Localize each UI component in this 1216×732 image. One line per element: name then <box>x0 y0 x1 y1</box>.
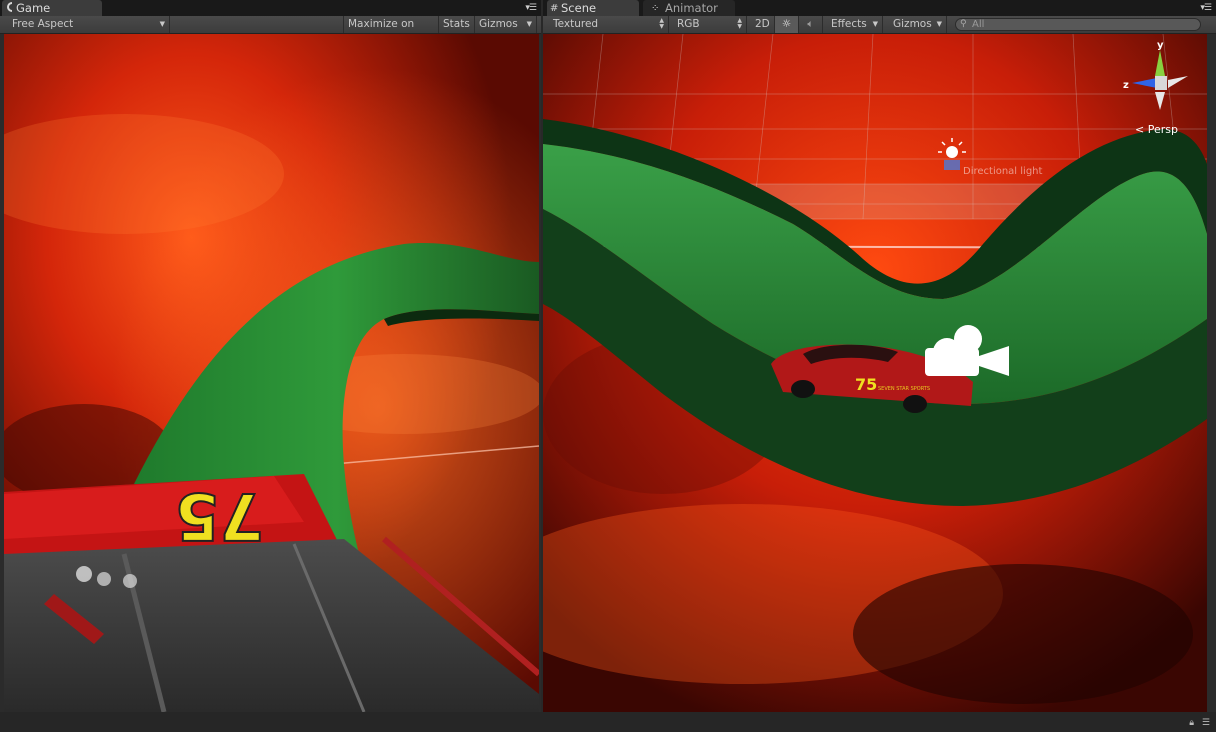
chevron-down-icon: ▼ <box>936 20 942 28</box>
panel-menu-icon[interactable]: ▾☰ <box>1199 3 1212 13</box>
grid-icon: # <box>550 3 559 14</box>
render-mode-label: Textured <box>553 18 599 30</box>
tab-label: Scene <box>561 1 597 15</box>
car-number: 75 <box>855 375 877 394</box>
tab-label: Game <box>16 1 51 15</box>
gizmos-label: Gizmos <box>479 18 518 30</box>
tab-animator[interactable]: ⁘ Animator <box>643 0 735 16</box>
car-sponsor: SEVEN STAR SPORTS <box>878 386 930 392</box>
speaker-icon: 🔈︎ <box>807 18 814 30</box>
2d-label: 2D <box>755 18 770 30</box>
aspect-label: Free Aspect <box>12 18 74 30</box>
maximize-on-play-toggle[interactable]: Maximize on Play <box>343 16 439 47</box>
chevron-down-icon: ▼ <box>526 20 532 28</box>
game-tab-bar: Game ▾☰ <box>0 0 541 16</box>
effects-label: Effects <box>831 18 867 30</box>
game-toolbar: Free Aspect ▼ Maximize on Play Stats Giz… <box>0 16 541 47</box>
aspect-dropdown[interactable]: Free Aspect ▼ <box>8 16 170 33</box>
stats-toggle[interactable]: Stats <box>439 16 475 33</box>
up-down-arrows-icon: ▲ ▼ <box>737 17 742 30</box>
gizmos-label: Gizmos <box>893 18 932 30</box>
car-number: 75 <box>175 478 264 552</box>
search-placeholder: All <box>972 19 985 30</box>
color-mode-label: RGB <box>677 18 700 30</box>
chevron-down-icon: ▼ <box>159 20 165 28</box>
lock-icon[interactable]: 🔒︎ <box>1189 718 1194 728</box>
tab-label: Animator <box>665 1 718 15</box>
scene-tab-bar: # Scene ⁘ Animator ▾☰ <box>543 0 1216 16</box>
axis-z-label: z <box>1123 80 1129 91</box>
stats-label: Stats <box>443 18 470 30</box>
light-label: Directional light <box>963 166 1043 177</box>
axis-y-label: y <box>1157 40 1164 51</box>
render-mode-dropdown[interactable]: Textured ▲ ▼ <box>549 16 669 33</box>
chevron-down-icon: ▼ <box>872 20 878 28</box>
unity-editor: Game ▾☰ Free Aspect ▼ Maximize on Play S… <box>0 0 1216 732</box>
scene-toolbar: Textured ▲ ▼ RGB ▲ ▼ 2D ☼ 🔈︎ Effects ▼ Giz… <box>543 16 1216 34</box>
game-viewport[interactable]: 75 <box>4 34 539 712</box>
audio-toggle[interactable]: 🔈︎ <box>799 16 823 33</box>
tab-game[interactable]: Game <box>2 0 102 16</box>
editor-status-bar: 🔒︎ ☰ <box>0 712 1216 732</box>
search-icon: ⚲ <box>960 19 967 29</box>
scene-view-panel: # Scene ⁘ Animator ▾☰ Textured ▲ ▼ RGB ▲ ▼… <box>543 0 1216 712</box>
game-controller-icon <box>5 1 15 15</box>
tab-scene[interactable]: # Scene <box>547 0 639 16</box>
effects-dropdown[interactable]: Effects ▼ <box>827 16 883 33</box>
menu-icon[interactable]: ☰ <box>1202 718 1210 728</box>
projection-toggle[interactable]: < Persp <box>1135 123 1178 136</box>
up-down-arrows-icon: ▲ ▼ <box>659 17 664 30</box>
2d-toggle[interactable]: 2D <box>751 16 775 33</box>
gizmos-dropdown[interactable]: Gizmos ▼ <box>475 16 537 33</box>
scene-search-input[interactable]: ⚲ All <box>955 18 1201 31</box>
color-mode-dropdown[interactable]: RGB ▲ ▼ <box>673 16 747 33</box>
animator-icon: ⁘ <box>651 3 660 14</box>
scene-viewport[interactable]: 75 SEVEN STAR SPORTS Directional light y… <box>543 34 1207 712</box>
game-view-panel: Game ▾☰ Free Aspect ▼ Maximize on Play S… <box>0 0 541 712</box>
lighting-toggle[interactable]: ☼ <box>775 16 799 33</box>
sun-icon: ☼ <box>781 18 792 30</box>
panel-menu-icon[interactable]: ▾☰ <box>524 3 537 13</box>
scene-gizmos-dropdown[interactable]: Gizmos ▼ <box>889 16 947 33</box>
